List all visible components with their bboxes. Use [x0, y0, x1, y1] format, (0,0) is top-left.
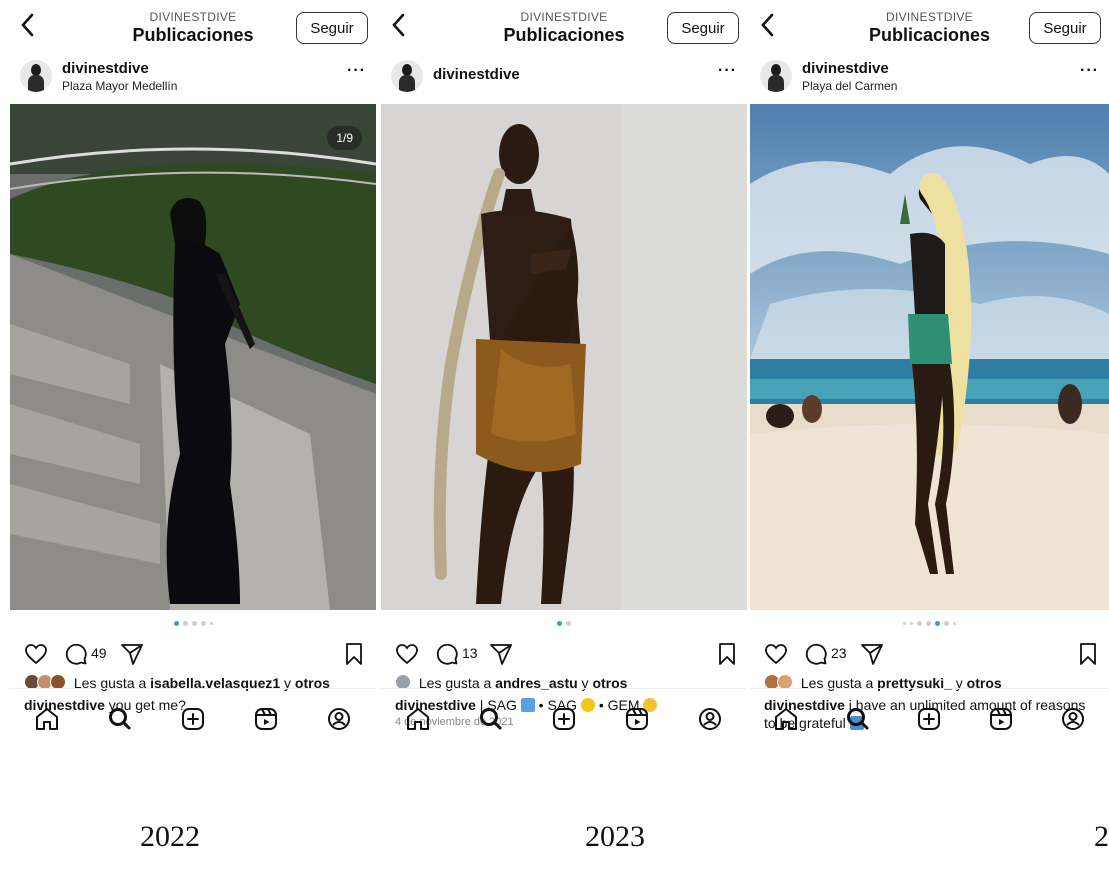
post-actions: 13	[381, 636, 747, 674]
more-options-icon[interactable]: ···	[718, 62, 737, 80]
profile-icon[interactable]	[325, 705, 353, 733]
avatar[interactable]	[391, 60, 423, 92]
comment-count: 13	[462, 645, 478, 661]
year-label-2023: 2023	[585, 820, 645, 853]
heart-icon[interactable]	[764, 642, 788, 671]
avatar[interactable]	[20, 60, 52, 92]
create-icon[interactable]	[550, 705, 578, 733]
heart-icon[interactable]	[395, 642, 419, 671]
comment-count: 23	[831, 645, 847, 661]
home-icon[interactable]	[404, 705, 432, 733]
post-actions: 49	[10, 636, 376, 674]
post-author: divinestdive ···	[381, 56, 747, 104]
bottom-nav	[381, 688, 747, 749]
share-icon[interactable]	[860, 642, 884, 671]
share-icon[interactable]	[120, 642, 144, 671]
reels-icon[interactable]	[623, 705, 651, 733]
profile-icon[interactable]	[696, 705, 724, 733]
comment-icon[interactable]	[804, 642, 828, 671]
search-icon[interactable]	[844, 705, 872, 733]
reels-icon[interactable]	[987, 705, 1015, 733]
photo-studio-portrait	[381, 104, 747, 610]
follow-button[interactable]: Seguir	[667, 12, 739, 44]
avatar[interactable]	[760, 60, 792, 92]
comment-icon[interactable]	[435, 642, 459, 671]
post-actions: 23	[750, 636, 1109, 674]
location[interactable]: Plaza Mayor Medellín	[62, 79, 177, 93]
reels-icon[interactable]	[252, 705, 280, 733]
follow-button[interactable]: Seguir	[1029, 12, 1101, 44]
more-options-icon[interactable]: ···	[347, 62, 366, 80]
carousel-dots	[750, 610, 1109, 636]
photo-beach	[750, 104, 1109, 610]
username[interactable]: divinestdive	[62, 60, 149, 77]
post-photo[interactable]	[750, 104, 1109, 610]
bookmark-icon[interactable]	[715, 642, 739, 671]
username[interactable]: divinestdive	[802, 60, 889, 77]
bottom-nav	[750, 688, 1109, 749]
photo-night-stairs	[10, 104, 376, 610]
post-panel-3: DIVINESTDIVE Publicaciones Seguir divine…	[750, 0, 1109, 790]
header: DIVINESTDIVE Publicaciones Seguir	[381, 0, 747, 56]
carousel-dots	[381, 610, 747, 636]
year-label-3: 2	[1094, 820, 1109, 853]
year-label-2022: 2022	[140, 820, 200, 853]
create-icon[interactable]	[915, 705, 943, 733]
home-icon[interactable]	[33, 705, 61, 733]
location[interactable]: Playa del Carmen	[802, 79, 897, 93]
post-panel-2023: DIVINESTDIVE Publicaciones Seguir divine…	[381, 0, 747, 790]
bookmark-icon[interactable]	[342, 642, 366, 671]
post-panel-2022: DIVINESTDIVE Publicaciones Seguir divine…	[10, 0, 376, 790]
search-icon[interactable]	[477, 705, 505, 733]
create-icon[interactable]	[179, 705, 207, 733]
header: DIVINESTDIVE Publicaciones Seguir	[750, 0, 1109, 56]
carousel-dots	[10, 610, 376, 636]
profile-icon[interactable]	[1059, 705, 1087, 733]
follow-button[interactable]: Seguir	[296, 12, 368, 44]
image-counter: 1/9	[327, 126, 362, 150]
search-icon[interactable]	[106, 705, 134, 733]
header: DIVINESTDIVE Publicaciones Seguir	[10, 0, 376, 56]
username[interactable]: divinestdive	[433, 66, 520, 83]
post-author: divinestdive Plaza Mayor Medellín ···	[10, 56, 376, 104]
post-author: divinestdive Playa del Carmen ···	[750, 56, 1109, 104]
bottom-nav	[10, 688, 376, 749]
comment-icon[interactable]	[64, 642, 88, 671]
heart-icon[interactable]	[24, 642, 48, 671]
post-photo[interactable]: 1/9	[10, 104, 376, 610]
home-icon[interactable]	[772, 705, 800, 733]
bookmark-icon[interactable]	[1076, 642, 1100, 671]
comment-count: 49	[91, 645, 107, 661]
share-icon[interactable]	[489, 642, 513, 671]
more-options-icon[interactable]: ···	[1080, 62, 1099, 80]
post-photo[interactable]	[381, 104, 747, 610]
